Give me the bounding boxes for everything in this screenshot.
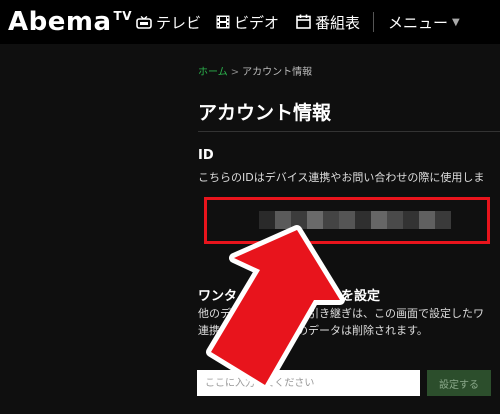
top-header: Abema TV テレビ ビデオ 番組表 メニュー ▼ — [0, 0, 500, 44]
film-icon — [216, 14, 230, 32]
nav-item-guide[interactable]: 番組表 — [296, 12, 360, 33]
account-id-box — [204, 197, 490, 244]
abema-logo[interactable]: Abema TV — [8, 7, 132, 37]
logo-text: Abema — [8, 7, 112, 37]
otp-section-title: ワンタ ードを設定 — [198, 289, 381, 304]
breadcrumb-separator: > — [230, 67, 240, 78]
otp-desc-line-2: 連携 リストのデータは削除されます。 — [198, 324, 428, 337]
tv-icon — [136, 14, 152, 32]
code-input[interactable] — [197, 370, 420, 396]
breadcrumb-home-link[interactable]: ホーム — [198, 67, 228, 78]
nav-item-tv[interactable]: テレビ — [136, 12, 201, 33]
nav-guide-label: 番組表 — [315, 14, 361, 32]
logo-tv-text: TV — [113, 9, 132, 23]
nav-item-menu[interactable]: メニュー ▼ — [388, 12, 460, 33]
nav-divider — [373, 12, 374, 32]
id-redaction-mosaic — [259, 211, 451, 229]
breadcrumb-current: アカウント情報 — [242, 67, 313, 78]
page-title: アカウント情報 — [198, 102, 332, 124]
breadcrumb: ホーム > アカウント情報 — [198, 63, 312, 78]
nav-menu-label: メニュー — [388, 14, 449, 32]
nav-item-video[interactable]: ビデオ — [216, 12, 279, 33]
title-divider — [198, 131, 500, 132]
id-section-description: こちらのIDはデバイス連携やお問い合わせの際に使用しま — [198, 171, 485, 184]
otp-desc-line-1: 他のデ のデータ引き継ぎは、この画面で設定したワ — [198, 307, 484, 320]
nav-tv-label: テレビ — [156, 14, 202, 32]
otp-section-description: 他のデ のデータ引き継ぎは、この画面で設定したワ 連携 リストのデータは削除され… — [198, 305, 484, 339]
nav-video-label: ビデオ — [234, 14, 280, 32]
id-section-label: ID — [198, 148, 214, 163]
chevron-down-icon: ▼ — [452, 17, 460, 28]
set-button[interactable]: 設定する — [427, 370, 491, 396]
calendar-icon — [296, 13, 311, 32]
